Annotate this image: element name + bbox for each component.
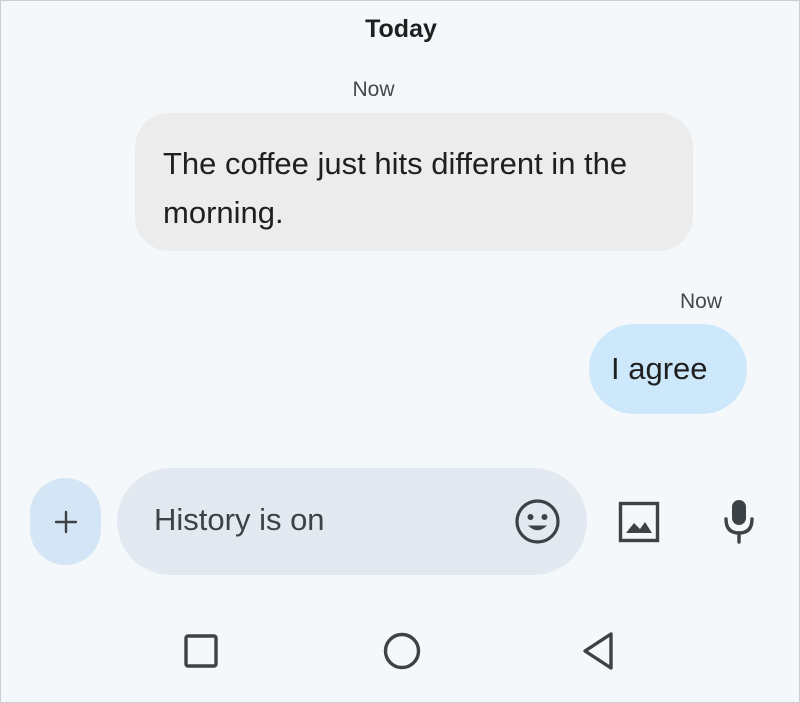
emoji-button[interactable] (514, 498, 561, 545)
nav-home-button[interactable] (383, 632, 421, 670)
voice-message-button[interactable] (723, 498, 755, 544)
back-triangle-icon (581, 631, 615, 671)
message-input-placeholder: History is on (154, 502, 325, 537)
gallery-button[interactable] (618, 501, 660, 543)
nav-recents-button[interactable] (184, 634, 218, 668)
outgoing-message-bubble[interactable]: I agree (589, 324, 747, 414)
nav-back-button[interactable] (581, 631, 615, 671)
message-timestamp-incoming: Now (352, 78, 395, 101)
attach-button[interactable] (30, 478, 101, 565)
image-icon (618, 501, 660, 543)
mic-icon (723, 498, 755, 544)
recents-square-icon (184, 634, 218, 668)
messages-screen: Today Now The coffee just hits different… (0, 0, 800, 703)
date-header: Today (365, 15, 437, 43)
incoming-message-bubble[interactable]: The coffee just hits different in the mo… (135, 113, 693, 251)
plus-icon (53, 509, 79, 535)
home-circle-icon (383, 632, 421, 670)
message-timestamp-outgoing: Now (679, 290, 722, 313)
emoji-icon (514, 498, 561, 545)
